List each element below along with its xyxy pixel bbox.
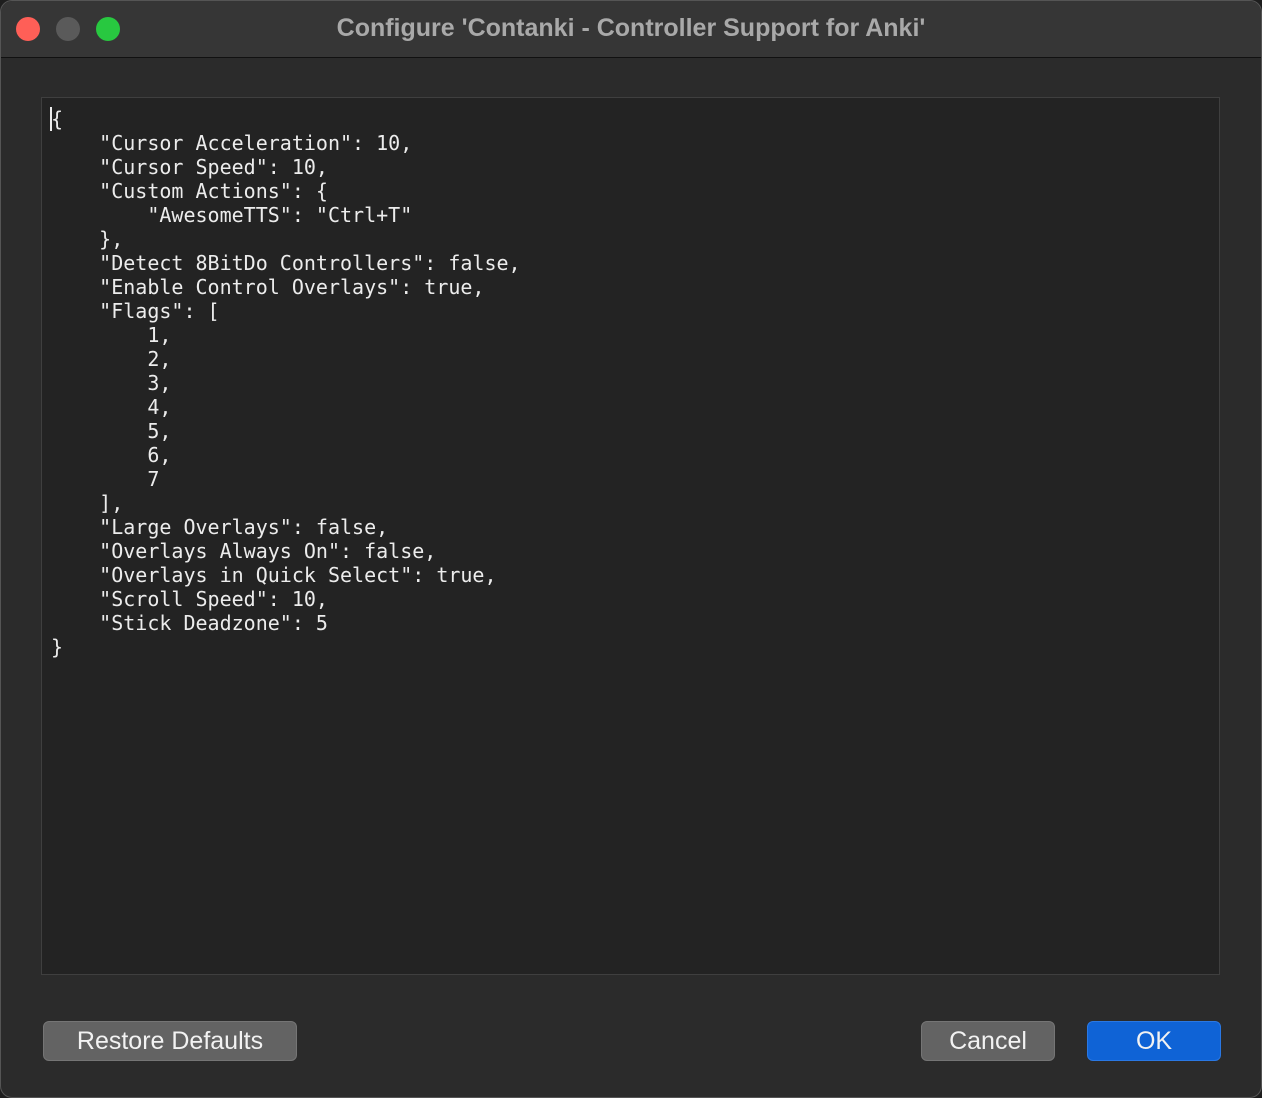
window-title: Configure 'Contanki - Controller Support… <box>336 14 926 42</box>
ok-button[interactable]: OK <box>1087 1021 1221 1061</box>
restore-defaults-button[interactable]: Restore Defaults <box>43 1021 297 1061</box>
minimize-window-button[interactable] <box>56 17 80 41</box>
maximize-window-button[interactable] <box>96 17 120 41</box>
config-dialog: Configure 'Contanki - Controller Support… <box>0 0 1262 1098</box>
close-window-button[interactable] <box>16 17 40 41</box>
config-json-editor[interactable]: { "Cursor Acceleration": 10, "Cursor Spe… <box>41 97 1220 975</box>
cancel-button[interactable]: Cancel <box>921 1021 1055 1061</box>
text-cursor <box>50 107 52 131</box>
title-bar[interactable]: Configure 'Contanki - Controller Support… <box>1 1 1261 58</box>
